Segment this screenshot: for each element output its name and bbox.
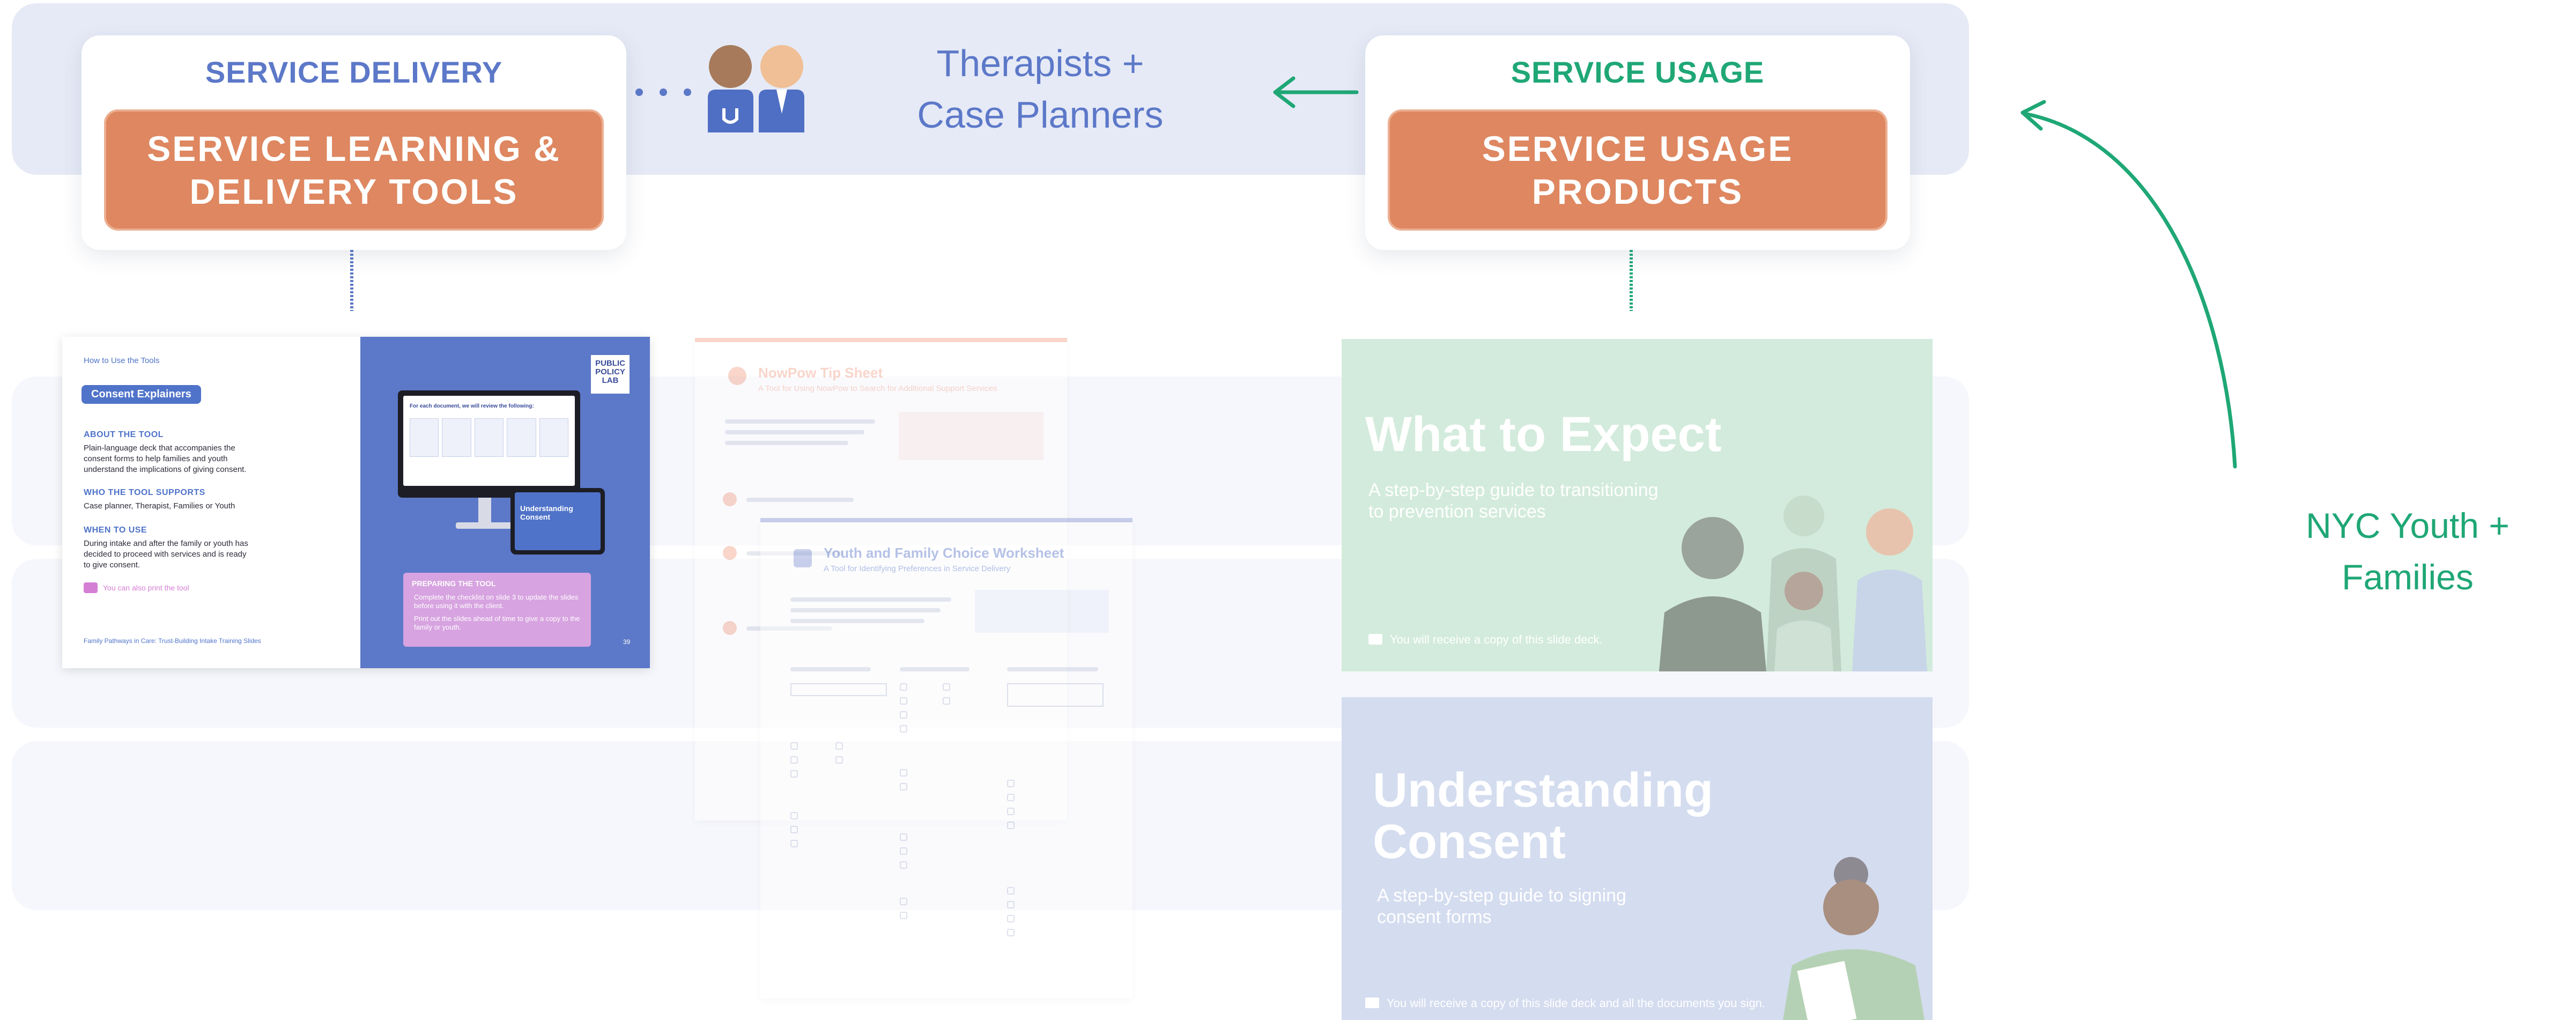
about-tool-text: Plain-language deck that accompanies the… xyxy=(84,444,247,474)
dotted-connector xyxy=(635,88,691,96)
monitor-steps xyxy=(410,418,569,457)
therapists-label: Therapists + Case Planners xyxy=(917,42,1164,136)
monitor-base xyxy=(456,522,515,529)
slide-footer: Family Pathways in Care: Trust-Building … xyxy=(84,637,261,645)
arrow-youth-to-usage xyxy=(2023,112,2237,469)
mail-icon xyxy=(1368,634,1382,645)
family-illustration xyxy=(1659,496,1927,671)
slide-right-panel: PUBLIC POLICY LAB For each document, we … xyxy=(360,337,650,668)
worksheet-icon xyxy=(794,549,812,567)
tablet-screen: Understanding Consent xyxy=(515,492,601,550)
slide-page-number: 39 xyxy=(623,638,631,646)
tip-sheet-subtitle: A Tool for Using NowPow to Search for Ad… xyxy=(758,384,997,393)
about-tool-heading: ABOUT THE TOOL xyxy=(84,430,164,439)
tablet-illustration: Understanding Consent xyxy=(510,488,605,555)
location-pin-icon xyxy=(728,367,746,385)
consent-explainers-pill: Consent Explainers xyxy=(82,385,201,404)
what-to-expect-title: What to Expect xyxy=(1365,407,1722,462)
preparing-tool-heading: PREPARING THE TOOL xyxy=(412,579,496,588)
what-to-expect-note: You will receive a copy of this slide de… xyxy=(1390,633,1603,646)
monitor-illustration: For each document, we will review the fo… xyxy=(398,390,580,498)
monitor-caption: For each document, we will review the fo… xyxy=(410,403,534,409)
monitor-stand xyxy=(478,498,491,524)
preparing-tool-box: PREPARING THE TOOL Complete the checklis… xyxy=(403,573,591,647)
therapists-icon xyxy=(708,45,804,132)
person-with-form-illustration xyxy=(1783,857,1924,1020)
monitor-screen: For each document, we will review the fo… xyxy=(403,396,575,486)
consent-explainers-slide: How to Use the Tools Consent Explainers … xyxy=(62,337,650,668)
when-to-use-heading: WHEN TO USE xyxy=(84,526,147,535)
preparing-item-1: Complete the checklist on slide 3 to upd… xyxy=(414,593,579,610)
what-to-expect-subtitle: A step-by-step guide to transitioning to… xyxy=(1368,480,1659,522)
worksheet-subtitle: A Tool for Identifying Preferences in Se… xyxy=(824,564,1011,573)
youth-families-label: NYC Youth + Families xyxy=(2306,506,2510,597)
slide-section-title: How to Use the Tools xyxy=(84,356,160,365)
worksheet-title: Youth and Family Choice Worksheet xyxy=(824,545,1064,561)
service-learning-tools-box: SERVICE LEARNING & DELIVERY TOOLS xyxy=(104,109,604,231)
printer-icon xyxy=(84,582,98,593)
understanding-consent-subtitle: A step-by-step guide to signing consent … xyxy=(1377,885,1626,927)
public-policy-lab-logo: PUBLIC POLICY LAB xyxy=(591,355,630,394)
understanding-consent-note: You will receive a copy of this slide de… xyxy=(1387,996,1766,1010)
service-delivery-heading: SERVICE DELIVERY xyxy=(205,55,503,89)
service-delivery-card: SERVICE DELIVERY SERVICE LEARNING & DELI… xyxy=(82,35,626,250)
service-usage-products-box: SERVICE USAGE PRODUCTS xyxy=(1388,109,1887,231)
slide-left-panel: How to Use the Tools Consent Explainers … xyxy=(62,337,360,668)
service-usage-card: SERVICE USAGE SERVICE USAGE PRODUCTS xyxy=(1365,35,1910,250)
mail-icon xyxy=(1365,997,1379,1008)
service-usage-heading: SERVICE USAGE xyxy=(1511,55,1765,89)
supports-heading: WHO THE TOOL SUPPORTS xyxy=(84,488,205,497)
supports-text: Case planner, Therapist, Families or You… xyxy=(84,501,235,511)
understanding-consent-title: Understanding Consent xyxy=(1373,764,1714,869)
understanding-consent-card: Understanding Consent A step-by-step gui… xyxy=(1342,697,1933,1020)
print-note: You can also print the tool xyxy=(103,583,189,592)
tablet-title: Understanding Consent xyxy=(520,504,573,521)
when-to-use-text: During intake and after the family or yo… xyxy=(84,539,248,570)
tip-sheet-title: NowPow Tip Sheet xyxy=(758,365,883,381)
what-to-expect-card: What to Expect A step-by-step guide to t… xyxy=(1342,339,1933,671)
choice-worksheet: Youth and Family Choice Worksheet A Tool… xyxy=(760,518,1132,999)
preparing-item-2: Print out the slides ahead of time to gi… xyxy=(414,615,580,631)
